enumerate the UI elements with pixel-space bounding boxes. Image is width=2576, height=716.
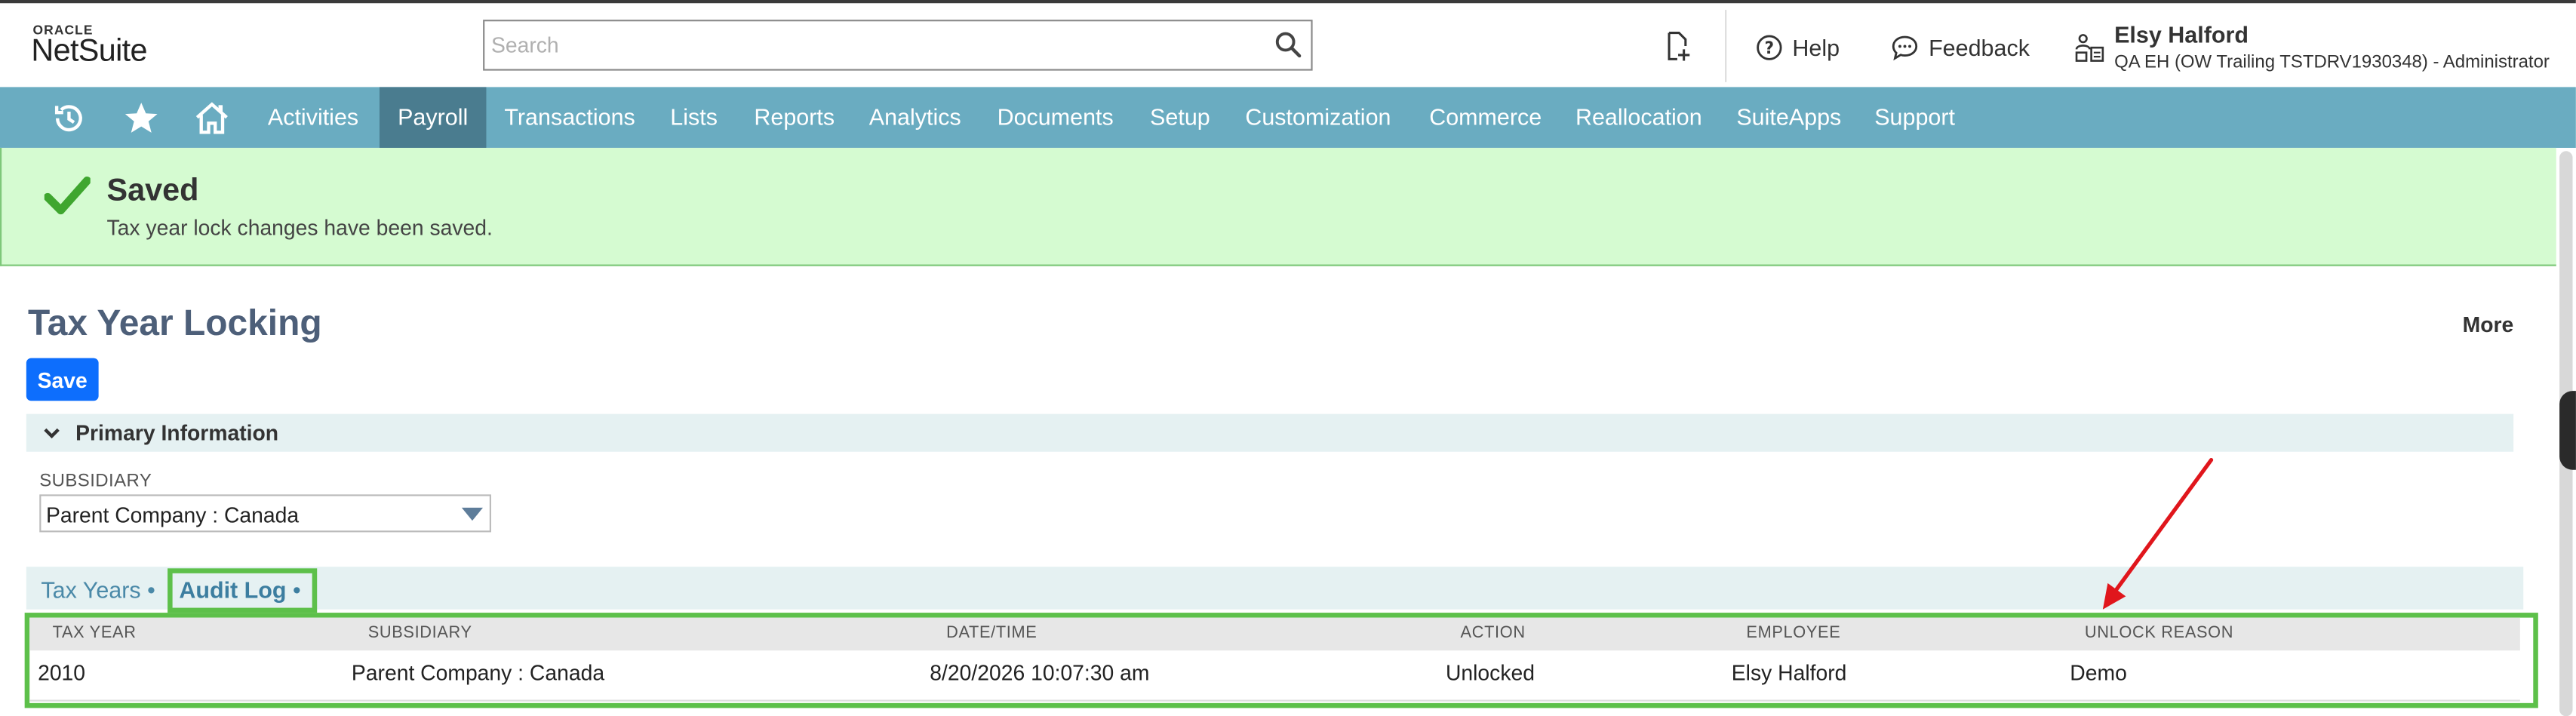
add-record-icon[interactable] [1661, 29, 1694, 63]
nav-lists[interactable]: Lists [652, 87, 736, 148]
chevron-down-icon[interactable] [43, 424, 61, 442]
nav-customization[interactable]: Customization [1227, 87, 1409, 148]
nav-payroll[interactable]: Payroll [379, 87, 487, 148]
tab-tax-years-dot: • [147, 576, 155, 604]
subsidiary-select[interactable]: Parent Company : Canada [39, 494, 491, 533]
nav-setup[interactable]: Setup [1132, 87, 1228, 148]
nav-transactions[interactable]: Transactions [486, 87, 653, 148]
nav-commerce[interactable]: Commerce [1411, 87, 1560, 148]
tab-audit-log[interactable]: Audit Log • [179, 576, 300, 603]
recent-records-icon[interactable] [51, 100, 87, 137]
section-title[interactable]: Primary Information [75, 420, 278, 445]
cell-subsidiary: Parent Company : Canada [351, 660, 605, 685]
tab-tax-years-label: Tax Years [41, 576, 141, 604]
search-input[interactable] [484, 21, 1257, 69]
subsidiary-label: SUBSIDIARY [39, 471, 152, 491]
cell-employee: Elsy Halford [1731, 660, 1847, 685]
saved-confirmation-banner: Saved Tax year lock changes have been sa… [0, 147, 2556, 266]
feedback-label: Feedback [1929, 34, 2030, 61]
user-role[interactable]: QA EH (OW Trailing TSTDRV1930348) - Admi… [2114, 53, 2550, 72]
subsidiary-select-value: Parent Company : Canada [45, 502, 300, 527]
nav-support[interactable]: Support [1856, 87, 1973, 148]
annotation-arrow-icon [2102, 458, 2214, 610]
cell-unlock-reason: Demo [2070, 660, 2127, 685]
tab-audit-log-label: Audit Log [179, 576, 287, 604]
more-actions-button[interactable]: More [2463, 312, 2514, 337]
user-name[interactable]: Elsy Halford [2114, 21, 2249, 48]
column-header-unlock-reason[interactable]: UNLOCK REASON [2085, 624, 2233, 642]
table-row-divider [29, 699, 2520, 702]
nav-documents[interactable]: Documents [979, 87, 1132, 148]
header-divider [1725, 10, 1727, 82]
column-header-date-time[interactable]: DATE/TIME [946, 624, 1037, 642]
feedback-link[interactable]: Feedback [1891, 31, 2030, 64]
save-button[interactable]: Save [26, 358, 99, 401]
help-link[interactable]: ? Help [1756, 31, 1840, 64]
nav-activities[interactable]: Activities [250, 87, 377, 148]
banner-message: Tax year lock changes have been saved. [106, 215, 493, 240]
page-title: Tax Year Locking [28, 302, 322, 344]
nav-analytics[interactable]: Analytics [851, 87, 979, 148]
side-panel-handle[interactable] [2559, 391, 2576, 470]
netsuite-page: ORACLE NetSuite ? Help [0, 0, 2576, 716]
global-search[interactable] [483, 20, 1313, 71]
help-circle-icon: ? [1757, 35, 1782, 60]
cell-tax-year: 2010 [38, 660, 86, 685]
nav-suiteapps[interactable]: SuiteApps [1718, 87, 1859, 148]
banner-title: Saved [106, 174, 199, 209]
cell-date-time: 8/20/2026 10:07:30 am [930, 660, 1150, 685]
cell-action: Unlocked [1445, 660, 1535, 685]
svg-text:?: ? [1765, 39, 1775, 58]
column-header-tax-year[interactable]: TAX YEAR [53, 624, 137, 642]
tab-audit-log-dot: • [292, 576, 301, 604]
role-switch-icon[interactable] [2073, 31, 2107, 64]
logo-netsuite-text[interactable]: NetSuite [31, 35, 147, 71]
column-header-subsidiary[interactable]: SUBSIDIARY [368, 624, 472, 642]
header: ORACLE NetSuite ? Help [0, 3, 2576, 88]
tab-tax-years[interactable]: Tax Years • [41, 576, 155, 603]
nav-reallocation[interactable]: Reallocation [1557, 87, 1720, 148]
chat-bubble-icon [1892, 35, 1918, 61]
column-header-employee[interactable]: EMPLOYEE [1746, 624, 1840, 642]
main-nav: Activities Payroll Transactions Lists Re… [0, 87, 2576, 148]
favorites-star-icon[interactable] [123, 100, 159, 137]
primary-information-section-header[interactable] [26, 413, 2514, 452]
search-icon[interactable] [1275, 31, 1302, 58]
column-header-action[interactable]: ACTION [1461, 624, 1526, 642]
nav-reports[interactable]: Reports [736, 87, 853, 148]
dropdown-arrow-icon[interactable] [461, 507, 484, 521]
home-icon[interactable] [194, 100, 230, 137]
help-label: Help [1792, 34, 1840, 61]
checkmark-icon [44, 177, 91, 215]
